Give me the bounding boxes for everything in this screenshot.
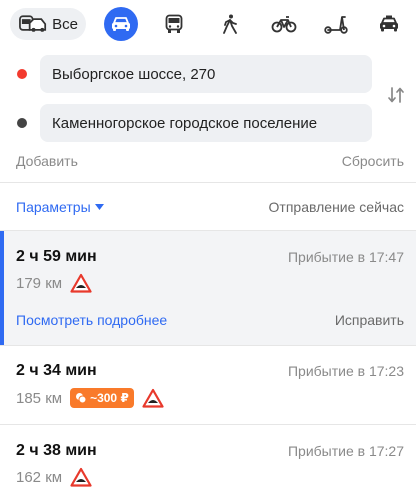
route-meta: 179 км — [16, 273, 92, 293]
scooter-icon — [324, 16, 348, 34]
route-option-1[interactable]: 2 ч 59 мин Прибытие в 17:47 179 км Посмо… — [0, 231, 416, 345]
mode-bus-button[interactable] — [162, 8, 186, 40]
origin-input[interactable]: Выборгское шоссе, 270 — [40, 55, 372, 93]
route-arrival: Прибытие в 17:27 — [287, 443, 404, 459]
mode-car-button[interactable] — [104, 7, 138, 41]
route-duration: 2 ч 38 мин — [16, 442, 97, 459]
route-distance: 162 км — [16, 468, 63, 486]
car-icon — [112, 17, 130, 31]
add-waypoint-button[interactable]: Добавить — [16, 153, 78, 169]
parameters-button[interactable]: Параметры — [16, 199, 104, 215]
mode-bike-button[interactable] — [270, 8, 298, 40]
report-error-button[interactable]: Исправить — [335, 312, 404, 328]
mode-walk-button[interactable] — [218, 8, 242, 40]
speed-bump-warning-icon — [142, 388, 164, 408]
route-meta: 162 км — [16, 467, 92, 487]
parameters-label: Параметры — [16, 199, 91, 215]
toll-road-badge: ~300 ₽ — [70, 388, 134, 408]
route-distance: 179 км — [16, 274, 63, 292]
coins-icon — [76, 393, 87, 404]
reset-button[interactable]: Сбросить — [342, 153, 404, 169]
caret-down-icon — [94, 203, 104, 210]
destination-marker-icon — [17, 118, 27, 128]
swap-button[interactable] — [386, 85, 406, 105]
form-actions: Добавить Сбросить — [16, 153, 404, 169]
transport-mode-bar: Все — [0, 0, 416, 48]
taxi-icon — [380, 15, 398, 32]
route-meta: 185 км ~300 ₽ — [16, 388, 164, 408]
route-option-2[interactable]: 2 ч 34 мин Прибытие в 17:23 185 км ~300 … — [0, 346, 416, 424]
toll-cost: ~300 ₽ — [90, 391, 129, 405]
route-distance: 185 км — [16, 389, 63, 407]
route-arrival: Прибытие в 17:23 — [287, 363, 404, 379]
mode-all-button[interactable]: Все — [10, 8, 86, 40]
selected-indicator — [0, 231, 4, 345]
destination-input[interactable]: Каменногорское городское поселение — [40, 104, 372, 142]
multi-transport-icon — [19, 15, 47, 32]
mode-all-label: Все — [52, 15, 78, 33]
bicycle-icon — [271, 16, 297, 33]
bus-icon — [165, 14, 183, 33]
speed-bump-warning-icon — [70, 467, 92, 487]
divider — [0, 182, 416, 183]
options-row: Параметры Отправление сейчас — [16, 199, 404, 215]
route-option-3[interactable]: 2 ч 38 мин Прибытие в 17:27 162 км — [0, 425, 416, 503]
mode-taxi-button[interactable] — [377, 8, 401, 40]
route-arrival: Прибытие в 17:47 — [287, 249, 404, 265]
route-actions: Посмотреть подробнее Исправить — [16, 312, 404, 328]
origin-marker-icon — [17, 69, 27, 79]
origin-text: Выборгское шоссе, 270 — [52, 65, 216, 83]
pedestrian-icon — [223, 14, 237, 34]
view-details-link[interactable]: Посмотреть подробнее — [16, 312, 167, 328]
departure-time-button[interactable]: Отправление сейчас — [269, 199, 404, 215]
route-duration: 2 ч 34 мин — [16, 362, 97, 379]
destination-text: Каменногорское городское поселение — [52, 114, 318, 132]
speed-bump-warning-icon — [70, 273, 92, 293]
route-duration: 2 ч 59 мин — [16, 248, 97, 265]
swap-arrows-icon — [388, 87, 404, 103]
mode-scooter-button[interactable] — [323, 8, 349, 40]
